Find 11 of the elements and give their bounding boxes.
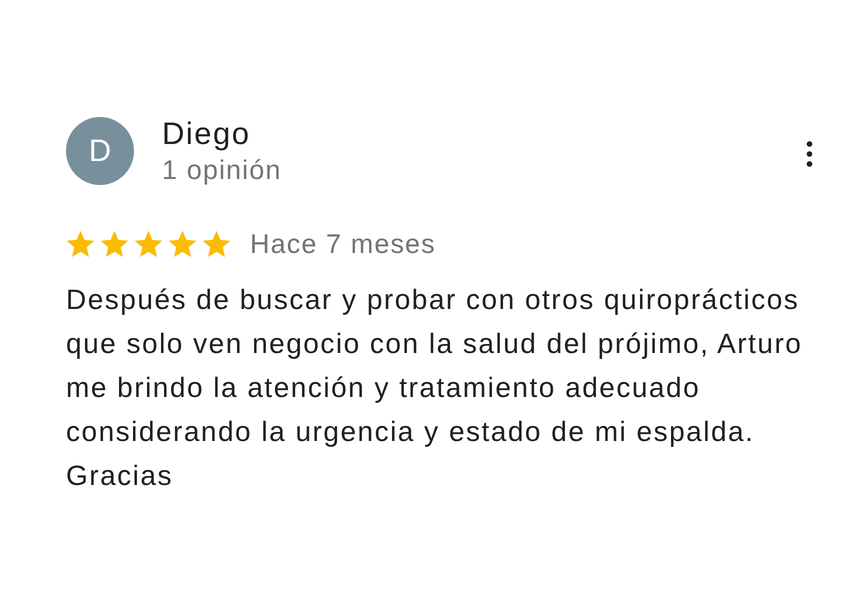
- star-icon: [202, 230, 231, 258]
- review-date: Hace 7 meses: [250, 228, 436, 260]
- avatar-icon: D: [66, 117, 134, 185]
- review-count: 1 opinión: [162, 154, 282, 187]
- star-icon: [100, 230, 129, 258]
- review-text: Después de buscar y probar con otros quiroprácticos que solo ven negocio con la salud del prójimo, Arturo me brindo la atención y tratamiento adecuado considerando la urgencia y estado de mi espalda. Gracias: [66, 283, 804, 493]
- star-icon: [66, 230, 95, 258]
- reviewer-name[interactable]: Diego: [162, 115, 250, 153]
- star-icon: [134, 230, 163, 258]
- more-vert-icon: [806, 141, 813, 167]
- star-icon: [168, 230, 197, 258]
